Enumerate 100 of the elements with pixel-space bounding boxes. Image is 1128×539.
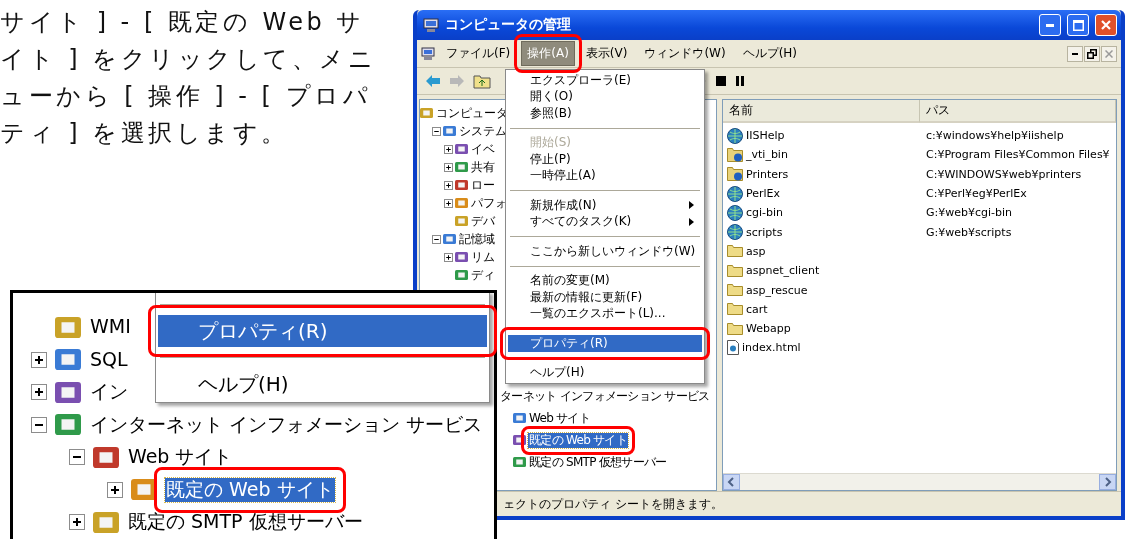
tree-item-label[interactable]: 既定の SMTP 仮想サーバー (528, 454, 668, 470)
back-arrow-icon[interactable] (425, 74, 441, 88)
tree-item-label[interactable]: SQL (89, 347, 129, 372)
list-item-name[interactable]: Webapp (746, 322, 791, 336)
menu-item[interactable]: ヘルプ(H) (158, 368, 487, 400)
list-item-name[interactable]: Printers (746, 167, 789, 181)
tree-item-label[interactable]: 既定の Web サイト (528, 432, 629, 448)
tree-toggle[interactable] (31, 416, 47, 433)
menu-item[interactable]: 参照(B) (508, 105, 702, 122)
restore-button[interactable] (1084, 45, 1100, 62)
tree-toggle[interactable] (444, 198, 453, 208)
tree-item-label[interactable]: Web サイト (528, 410, 592, 426)
folder-icon (727, 284, 743, 296)
tree-toggle[interactable] (444, 252, 453, 262)
list-item-name[interactable]: aspnet_client (746, 264, 820, 278)
menu-item[interactable]: 開く(O) (508, 88, 702, 105)
tree-item-label[interactable]: Web サイト (127, 445, 234, 470)
list-item-name[interactable]: cgi-bin (746, 206, 784, 220)
list-cell-text: C:¥Program Files¥Common Files¥ (925, 148, 1111, 162)
tree-toggle[interactable] (107, 481, 123, 498)
list-item-name[interactable]: scripts (746, 225, 783, 239)
tree-item-label[interactable]: デバ (470, 213, 496, 229)
tree-node-icon (455, 216, 468, 226)
tree-item-label[interactable]: イン (89, 380, 129, 405)
restore-icon (1087, 48, 1097, 59)
menu-item[interactable]: すべてのタスク(K) (508, 213, 702, 230)
tree-toggle[interactable] (444, 180, 453, 190)
menu-item[interactable]: ヘルプ(H) (508, 364, 702, 381)
tree-item-label[interactable]: ディ (470, 267, 496, 283)
tree-toggle[interactable] (31, 384, 47, 401)
tree-item-label[interactable]: インターネット インフォメーション サービス (89, 412, 484, 437)
tree-item-label[interactable]: WMI (89, 315, 132, 340)
tree-node-icon (455, 252, 468, 262)
tree-node-icon (513, 413, 526, 423)
tree-item-label[interactable]: 共有 (470, 159, 496, 175)
tree-node-icon (55, 381, 81, 403)
menu-bar-item[interactable]: ウィンドウ(W) (638, 41, 732, 66)
tree-toggle[interactable] (432, 126, 441, 136)
column-header[interactable]: パス (920, 100, 1116, 123)
maximize-icon (1072, 19, 1084, 31)
menu-item[interactable]: 一時停止(A) (508, 167, 702, 184)
menu-item[interactable]: 最新の情報に更新(F) (508, 289, 702, 306)
tree-node-icon (455, 198, 468, 208)
tree-item-label[interactable]: リム (470, 249, 496, 265)
menu-item[interactable]: 一覧のエクスポート(L)... (508, 305, 702, 322)
tree-node-icon (131, 479, 157, 501)
folder-icon (727, 322, 743, 335)
folder-icon (727, 245, 743, 258)
tree-node-icon (455, 162, 468, 172)
scroll-left-icon[interactable] (723, 474, 740, 490)
tree-item-label[interactable]: イベ (470, 141, 496, 157)
tree-node-icon (455, 144, 468, 154)
list-cell-text: c:¥windows¥help¥iishelp (925, 129, 1065, 143)
globe-icon (727, 204, 743, 221)
tree-item-label[interactable]: 記憶域 (458, 231, 496, 247)
tree-item-label[interactable]: パフォ (470, 195, 508, 211)
scroll-right-icon[interactable] (1099, 474, 1116, 490)
list-item-name[interactable]: PerlEx (746, 187, 781, 201)
list-item-name[interactable]: cart (746, 302, 768, 316)
tree-toggle[interactable] (432, 234, 441, 244)
tree-item-label[interactable]: 既定の SMTP 仮想サーバー (127, 510, 364, 535)
stop-icon[interactable] (715, 75, 727, 87)
tree-toggle[interactable] (444, 144, 453, 154)
tree-node-icon (55, 316, 81, 338)
menu-item[interactable]: ここから新しいウィンドウ(W) (508, 243, 702, 260)
list-item-name[interactable]: asp (746, 244, 766, 258)
list-item-name[interactable]: asp_rescue (746, 283, 808, 297)
pause-icon[interactable] (735, 75, 745, 87)
menu-item[interactable]: エクスプローラ(E) (508, 72, 702, 89)
tree-item-label[interactable]: ロー (470, 177, 496, 193)
menu-bar-item[interactable]: ファイル(F) (440, 41, 517, 66)
tree-toggle[interactable] (69, 514, 85, 531)
maximize-button[interactable] (1067, 14, 1089, 36)
menu-bar-item[interactable]: 表示(V) (579, 41, 634, 66)
tree-toggle[interactable] (444, 162, 453, 172)
folder-up-icon[interactable] (473, 73, 491, 89)
list-item-name[interactable]: IISHelp (746, 129, 785, 143)
list-cell-text: C:¥Perl¥eg¥PerlEx (925, 187, 1028, 201)
tree-item-label[interactable]: 既定の Web サイト (165, 477, 335, 502)
tree-toggle[interactable] (31, 351, 47, 368)
minimize-icon (1072, 52, 1078, 55)
menu-bar-item[interactable]: ヘルプ(H) (736, 41, 804, 66)
menu-item[interactable]: 名前の変更(M) (508, 272, 702, 289)
list-cell-text: C:¥WINDOWS¥web¥printers (925, 167, 1083, 181)
menu-item[interactable]: プロパティ(R) (158, 315, 487, 347)
menu-item[interactable]: 停止(P) (508, 151, 702, 168)
tree-node-icon (455, 270, 468, 280)
tree-item-label[interactable]: ターネット インフォメーション サービス (499, 388, 711, 404)
tree-item-label[interactable]: コンピュータ (435, 105, 509, 121)
horizontal-scrollbar[interactable] (723, 473, 1116, 490)
menu-item[interactable]: 新規作成(N) (508, 197, 702, 214)
window-title: コンピュータの管理 (445, 16, 572, 34)
tree-node-icon (443, 126, 456, 136)
instruction-text: サイト ] - [ 既定の Web サイト ] をクリックして、メニューから [ 操作 ] - [ プロパティ ] を選択します。 (0, 7, 378, 149)
column-header[interactable]: 名前 (723, 100, 920, 123)
list-item-name[interactable]: _vti_bin (746, 148, 788, 162)
minimize-button[interactable] (1067, 45, 1083, 62)
menu-item[interactable]: プロパティ(R) (508, 335, 702, 352)
list-item-name[interactable]: index.html (742, 341, 801, 355)
tree-toggle[interactable] (69, 449, 85, 466)
